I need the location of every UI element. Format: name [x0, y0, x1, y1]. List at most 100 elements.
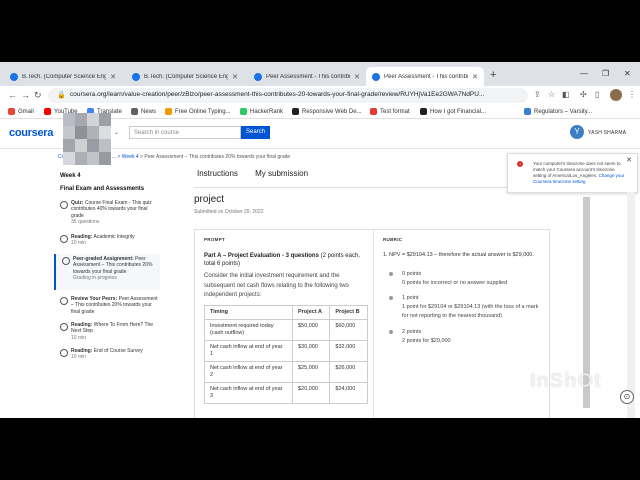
close-tab-icon[interactable]: ✕: [472, 73, 478, 81]
cash-flow-table: Timing Project A Project B Investment re…: [204, 305, 368, 404]
option-desc: 1 point for $29104 or $29104.13 (with th…: [402, 304, 539, 319]
card-divider: [373, 230, 374, 418]
bookmark-typing[interactable]: Free Online Typing...: [165, 108, 231, 115]
avatar[interactable]: Y: [570, 125, 584, 139]
prompt-body: Consider the initial investment requirem…: [204, 273, 349, 298]
hackerrank-icon: [240, 108, 247, 115]
rubric-option-2[interactable]: 2 points 2 points for $29,000: [389, 328, 544, 346]
sidebar-item-final-exam[interactable]: Quiz: Course Final Exam - This quiz cont…: [54, 200, 160, 225]
browser-window: B.Tech. (Computer Science Engir ✕ B.Tech…: [0, 62, 640, 418]
rubric-question: 1. NPV = $29104.13 – therefore the actua…: [383, 252, 534, 258]
alert-icon: !: [517, 161, 523, 167]
new-tab-button[interactable]: +: [490, 69, 496, 81]
news-icon: [131, 108, 138, 115]
sidebar-item-review-peers[interactable]: Review Your Peers: Peer Assessment – Thi…: [54, 296, 160, 315]
side-panel-icon[interactable]: ▯: [595, 90, 599, 99]
tab-instructions[interactable]: Instructions: [197, 169, 238, 178]
table-header: Project A: [291, 305, 331, 320]
back-icon[interactable]: ←: [8, 90, 17, 100]
profile-avatar[interactable]: [610, 89, 622, 101]
share-icon[interactable]: ⇪: [534, 90, 541, 99]
breadcrumb-week[interactable]: Week 4: [122, 154, 139, 160]
chevron-down-icon[interactable]: ⌄: [114, 129, 119, 136]
breadcrumb-current: Peer Assessment – This contributes 20% t…: [144, 154, 291, 160]
prompt-heading: Part A – Project Evaluation - 3 question…: [204, 253, 360, 267]
bookmark-financial[interactable]: How I got Financial...: [420, 108, 486, 115]
table-cell: Net cash inflow at end of year 2: [204, 361, 293, 383]
bookmark-gmail[interactable]: Gmail: [8, 108, 34, 115]
close-tab-icon[interactable]: ✕: [354, 73, 360, 81]
extensions-puzzle-icon[interactable]: ✣: [580, 90, 587, 99]
option-desc: 0 points for incorrect or no answer supp…: [402, 280, 508, 286]
bookmark-test-format[interactable]: Test format: [370, 108, 410, 115]
browser-tab[interactable]: B.Tech. (Computer Science Engir ✕: [4, 67, 122, 86]
sidebar-item-next-step[interactable]: Reading: Where To From Here? The Next St…: [54, 322, 160, 341]
option-desc: 2 points for $29,000: [402, 338, 451, 344]
tab-title: Peer Assessment - This contribute: [384, 73, 469, 80]
search-input[interactable]: Search in course: [129, 126, 241, 139]
radio-icon[interactable]: [389, 272, 393, 276]
browser-tab[interactable]: B.Tech. (Computer Science Engir ✕: [126, 67, 244, 86]
sidebar-section: Final Exam and Assessments: [60, 186, 145, 192]
page-title: project: [194, 194, 225, 205]
user-name[interactable]: YASH SHARMA: [588, 130, 626, 136]
coursera-favicon-icon: [254, 72, 262, 81]
table-row: Investment required today (cash outflow)…: [204, 319, 368, 341]
rubric-option-1[interactable]: 1 point 1 point for $29104 or $29104.13 …: [389, 294, 544, 321]
typing-icon: [165, 108, 172, 115]
close-tab-icon[interactable]: ✕: [110, 73, 116, 81]
breadcrumb-separator: >: [117, 154, 121, 160]
bookmark-news[interactable]: News: [131, 108, 156, 115]
submission-date: Submitted on October 29, 2022: [194, 209, 264, 215]
tab-my-submission[interactable]: My submission: [255, 169, 308, 178]
assignment-icon: [62, 257, 70, 265]
reading-icon: [60, 349, 68, 357]
watermark: InShOt: [530, 370, 602, 392]
close-icon[interactable]: ✕: [626, 157, 632, 164]
tab-strip: B.Tech. (Computer Science Engir ✕ B.Tech…: [0, 62, 640, 86]
quiz-icon: [60, 201, 68, 209]
video-icon: [420, 108, 427, 115]
search-button[interactable]: Search: [241, 126, 270, 139]
coursera-favicon-icon: [372, 72, 380, 81]
bookmark-responsive-web[interactable]: Responsive Web De...: [292, 108, 362, 115]
youtube-icon: [44, 108, 51, 115]
extension-icon[interactable]: ◧: [562, 90, 570, 99]
table-header: Project B: [329, 305, 368, 320]
pixelated-redaction: [63, 113, 111, 165]
tab-title: B.Tech. (Computer Science Engir: [144, 73, 229, 80]
help-fab-icon[interactable]: ⊙: [620, 390, 634, 404]
menu-kebab-icon[interactable]: ⋮: [628, 90, 636, 99]
url-text: coursera.org/learn/value-creation/peer/z…: [70, 91, 485, 98]
sidebar-item-academic-integrity[interactable]: Reading: Academic Integrity 10 min: [54, 234, 160, 247]
bookmark-varsity[interactable]: Regulators – Varsity...: [524, 108, 592, 115]
maximize-icon[interactable]: ❐: [602, 69, 609, 78]
forward-icon[interactable]: →: [21, 90, 30, 100]
radio-icon[interactable]: [389, 296, 393, 300]
sidebar-item-survey[interactable]: Reading: End of Course Survey 10 min: [54, 348, 160, 361]
bookmark-hackerrank[interactable]: HackerRank: [240, 108, 283, 115]
coursera-logo[interactable]: coursera: [9, 127, 53, 139]
browser-tab-active[interactable]: Peer Assessment - This contribute ✕: [366, 67, 484, 86]
table-row: Net cash inflow at end of year 3 $20,000…: [204, 382, 368, 404]
radio-icon[interactable]: [389, 330, 393, 334]
rubric-option-0[interactable]: 0 points 0 points for incorrect or no an…: [389, 270, 544, 288]
reload-icon[interactable]: ↻: [34, 90, 42, 101]
close-tab-icon[interactable]: ✕: [232, 73, 238, 81]
bookmark-star-icon[interactable]: ☆: [548, 90, 555, 99]
browser-tab[interactable]: Peer Assessment - This contribut ✕: [248, 67, 366, 86]
sidebar-week[interactable]: Week 4: [60, 173, 81, 179]
table-row: Net cash inflow at end of year 2 $25,000…: [204, 361, 368, 383]
sidebar-item-peer-assignment[interactable]: Peer-graded Assignment: Peer Assessment …: [54, 254, 160, 290]
table-cell: $24,000: [329, 382, 368, 404]
page-scrollbar[interactable]: [627, 192, 635, 418]
url-field[interactable]: 🔒 coursera.org/learn/value-creation/peer…: [48, 88, 528, 103]
close-window-icon[interactable]: ✕: [624, 69, 631, 78]
minimize-icon[interactable]: —: [580, 69, 588, 78]
tab-title: Peer Assessment - This contribut: [266, 73, 351, 80]
table-cell: $50,000: [291, 319, 331, 341]
timezone-notification: ! Your computer's timezone does not seem…: [507, 153, 638, 193]
rubric-label: RUBRIC: [383, 237, 403, 242]
lock-icon: 🔒: [57, 92, 66, 99]
tabs-divider: [194, 187, 550, 188]
